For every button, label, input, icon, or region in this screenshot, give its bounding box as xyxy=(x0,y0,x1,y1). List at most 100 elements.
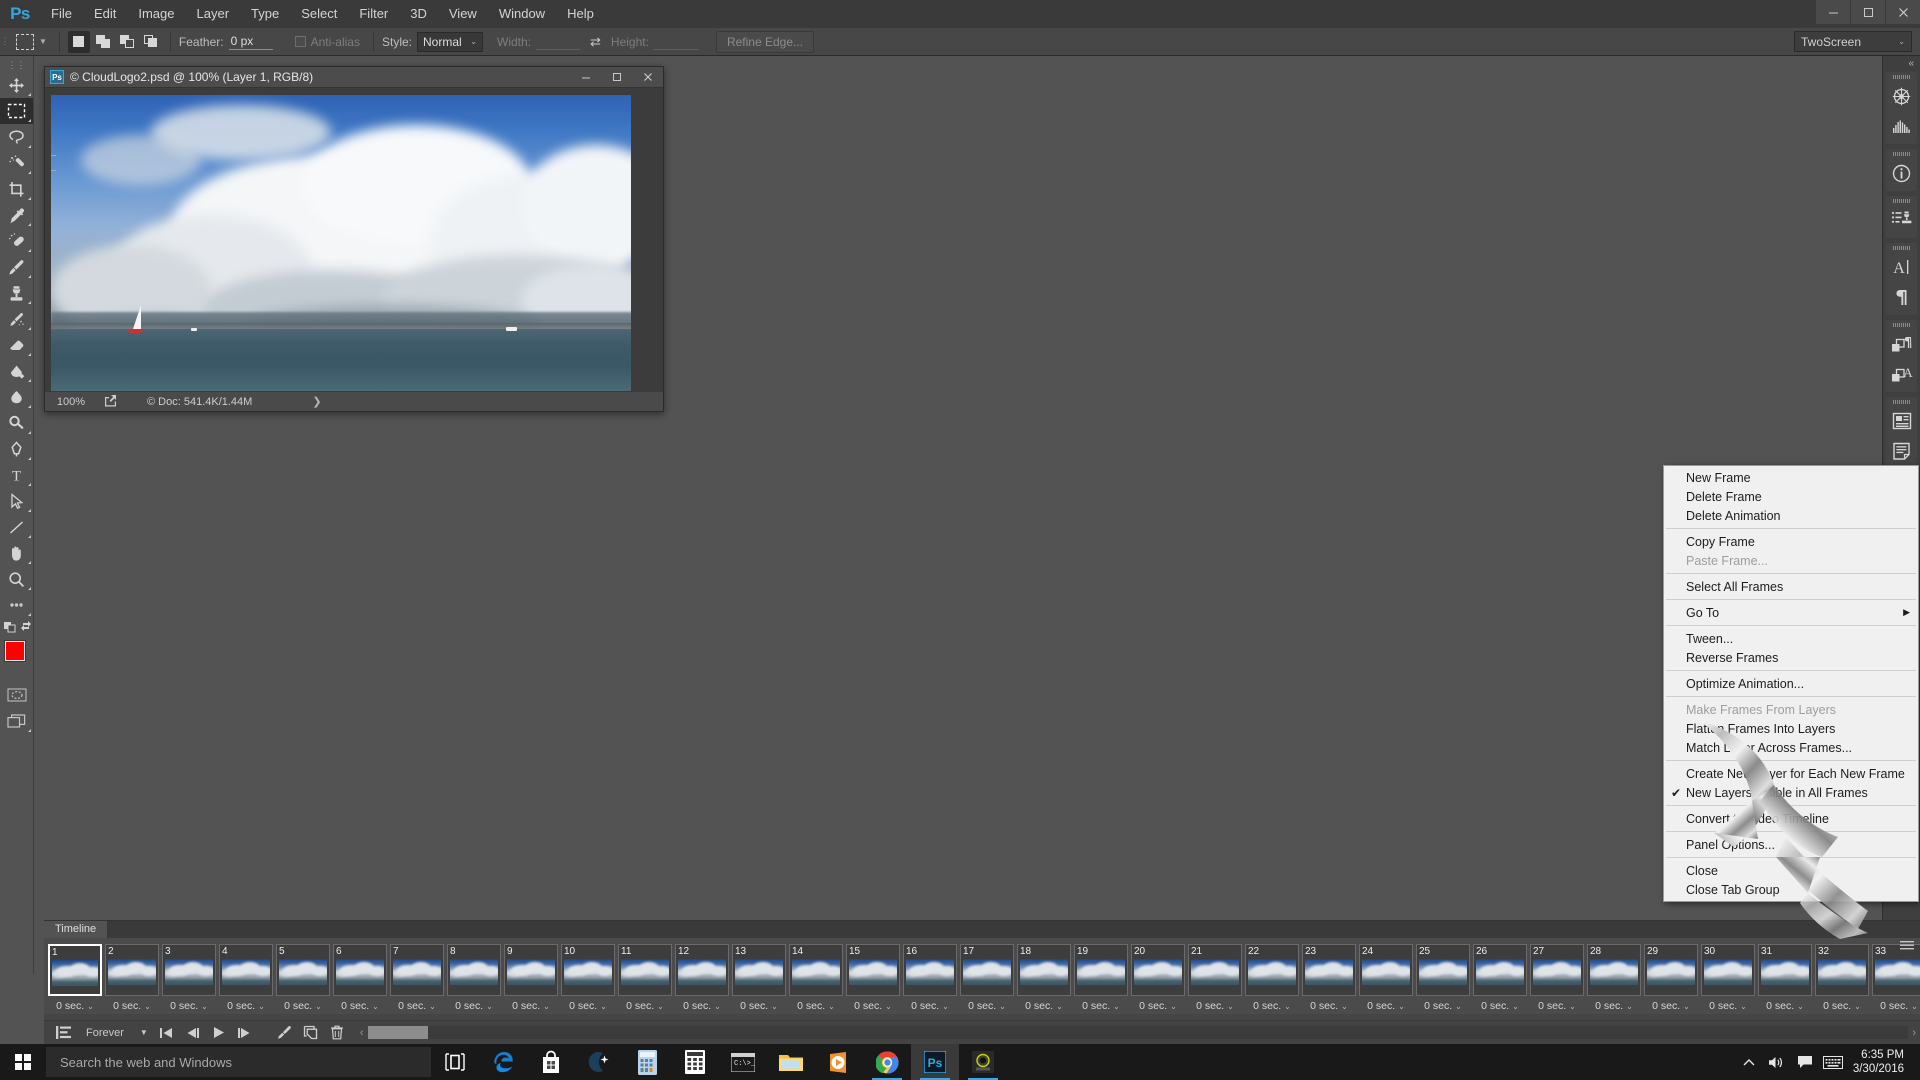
frame-duration[interactable]: 0 sec.⌄ xyxy=(48,996,102,1012)
collapse-panels-icon[interactable]: « xyxy=(1883,56,1920,72)
foreground-color-swatch[interactable] xyxy=(5,641,25,661)
frame-duration[interactable]: 0 sec.⌄ xyxy=(1017,996,1071,1012)
timeline-panel-context-menu[interactable]: New FrameDelete FrameDelete AnimationCop… xyxy=(1663,465,1919,902)
timeline-frame[interactable]: 310 sec.⌄ xyxy=(1758,944,1812,1012)
menu-select[interactable]: Select xyxy=(290,0,348,28)
delete-frame-button[interactable] xyxy=(324,1021,350,1045)
select-first-frame-button[interactable] xyxy=(154,1021,180,1045)
frame-thumbnail[interactable]: 22 xyxy=(1245,944,1299,996)
frame-duration[interactable]: 0 sec.⌄ xyxy=(846,996,900,1012)
frame-duration[interactable]: 0 sec.⌄ xyxy=(1416,996,1470,1012)
horizontal-type-tool[interactable]: T xyxy=(0,462,33,488)
line-tool[interactable] xyxy=(0,514,33,540)
timeline-frames-area[interactable]: 10 sec.⌄20 sec.⌄30 sec.⌄40 sec.⌄50 sec.⌄… xyxy=(44,938,1920,1014)
context-menu-item-delete-animation[interactable]: Delete Animation xyxy=(1664,506,1918,525)
timeline-frame[interactable]: 190 sec.⌄ xyxy=(1074,944,1128,1012)
timeline-frame[interactable]: 170 sec.⌄ xyxy=(960,944,1014,1012)
frame-thumbnail[interactable]: 13 xyxy=(732,944,786,996)
timeline-frame[interactable]: 220 sec.⌄ xyxy=(1245,944,1299,1012)
frame-duration[interactable]: 0 sec.⌄ xyxy=(276,996,330,1012)
clone-source-icon[interactable] xyxy=(1886,205,1917,235)
frame-thumbnail[interactable]: 20 xyxy=(1131,944,1185,996)
maximize-button[interactable] xyxy=(1851,0,1885,24)
timeline-frame[interactable]: 160 sec.⌄ xyxy=(903,944,957,1012)
feather-input[interactable] xyxy=(229,33,273,50)
width-input[interactable] xyxy=(536,33,580,50)
menu-edit[interactable]: Edit xyxy=(83,0,127,28)
frame-duration[interactable]: 0 sec.⌄ xyxy=(960,996,1014,1012)
timeline-frame[interactable]: 320 sec.⌄ xyxy=(1815,944,1869,1012)
frame-duration[interactable]: 0 sec.⌄ xyxy=(1758,996,1812,1012)
frame-thumbnail[interactable]: 17 xyxy=(960,944,1014,996)
timeline-frame[interactable]: 80 sec.⌄ xyxy=(447,944,501,1012)
frame-thumbnail[interactable]: 7 xyxy=(390,944,444,996)
timeline-panel-menu-icon[interactable] xyxy=(1900,940,1914,953)
navigator-icon[interactable] xyxy=(1886,81,1917,111)
tween-frames-button[interactable] xyxy=(272,1021,298,1045)
menu-layer[interactable]: Layer xyxy=(186,0,241,28)
tab-timeline[interactable]: Timeline xyxy=(44,921,107,938)
timeline-frame[interactable]: 240 sec.⌄ xyxy=(1359,944,1413,1012)
scroll-left-icon[interactable]: ‹ xyxy=(356,1027,368,1039)
frame-duration[interactable]: 0 sec.⌄ xyxy=(675,996,729,1012)
keyboard-icon[interactable] xyxy=(1819,1044,1847,1080)
frame-duration[interactable]: 0 sec.⌄ xyxy=(561,996,615,1012)
show-hidden-icons-chevron[interactable] xyxy=(1735,1044,1763,1080)
blur-tool[interactable] xyxy=(0,384,33,410)
quick-selection-tool[interactable] xyxy=(0,150,33,176)
frame-duration[interactable]: 0 sec.⌄ xyxy=(732,996,786,1012)
new-selection-button[interactable] xyxy=(68,31,90,53)
frame-thumbnail[interactable]: 24 xyxy=(1359,944,1413,996)
lasso-tool[interactable] xyxy=(0,124,33,150)
frame-duration[interactable]: 0 sec.⌄ xyxy=(618,996,672,1012)
dodge-tool[interactable] xyxy=(0,410,33,436)
quick-mask-mode-button[interactable] xyxy=(0,682,33,708)
frame-thumbnail[interactable]: 28 xyxy=(1587,944,1641,996)
character-icon[interactable]: A xyxy=(1886,252,1917,282)
document-close-button[interactable] xyxy=(632,67,663,88)
frame-thumbnail[interactable]: 5 xyxy=(276,944,330,996)
frame-duration[interactable]: 0 sec.⌄ xyxy=(1245,996,1299,1012)
active-tool-preset-picker[interactable]: ▼ xyxy=(10,34,51,50)
select-previous-frame-button[interactable] xyxy=(180,1021,206,1045)
start-button[interactable] xyxy=(0,1044,46,1080)
file-explorer-icon[interactable] xyxy=(767,1044,815,1080)
photoshop-icon[interactable]: Ps xyxy=(911,1044,959,1080)
timeline-frame[interactable]: 260 sec.⌄ xyxy=(1473,944,1527,1012)
menu-help[interactable]: Help xyxy=(556,0,605,28)
timeline-frame[interactable]: 140 sec.⌄ xyxy=(789,944,843,1012)
frame-thumbnail[interactable]: 15 xyxy=(846,944,900,996)
context-menu-item-copy-frame[interactable]: Copy Frame xyxy=(1664,532,1918,551)
menu-window[interactable]: Window xyxy=(488,0,556,28)
context-menu-item-optimize-animation[interactable]: Optimize Animation... xyxy=(1664,674,1918,693)
frame-thumbnail[interactable]: 14 xyxy=(789,944,843,996)
frame-thumbnail[interactable]: 4 xyxy=(219,944,273,996)
context-menu-item-panel-options[interactable]: Panel Options... xyxy=(1664,835,1918,854)
menu-view[interactable]: View xyxy=(438,0,488,28)
context-menu-item-new-layers-visible-in-all-frames[interactable]: ✔New Layers Visible in All Frames xyxy=(1664,783,1918,802)
path-selection-tool[interactable] xyxy=(0,488,33,514)
frame-thumbnail[interactable]: 32 xyxy=(1815,944,1869,996)
timeline-frame[interactable]: 250 sec.⌄ xyxy=(1416,944,1470,1012)
chrome-icon[interactable] xyxy=(863,1044,911,1080)
duplicate-frame-button[interactable] xyxy=(298,1021,324,1045)
moon-plus-icon[interactable] xyxy=(575,1044,623,1080)
panel-grip[interactable] xyxy=(1886,243,1917,252)
subtract-from-selection-button[interactable] xyxy=(116,31,138,53)
workspace-switcher[interactable]: TwoScreen ⌄ xyxy=(1794,31,1912,52)
frame-thumbnail[interactable]: 29 xyxy=(1644,944,1698,996)
rectangular-marquee-tool[interactable] xyxy=(0,98,33,124)
frame-duration[interactable]: 0 sec.⌄ xyxy=(1302,996,1356,1012)
frame-duration[interactable]: 0 sec.⌄ xyxy=(789,996,843,1012)
add-to-selection-button[interactable] xyxy=(92,31,114,53)
frame-thumbnail[interactable]: 31 xyxy=(1758,944,1812,996)
status-expand-arrow[interactable]: ❯ xyxy=(312,395,321,408)
frame-thumbnail[interactable]: 18 xyxy=(1017,944,1071,996)
hand-tool[interactable] xyxy=(0,540,33,566)
menu-file[interactable]: File xyxy=(40,0,83,28)
histogram-icon[interactable] xyxy=(1886,111,1917,141)
style-select[interactable]: Normal ⌄ xyxy=(417,32,483,52)
timeline-frame[interactable]: 180 sec.⌄ xyxy=(1017,944,1071,1012)
context-menu-item-close[interactable]: Close xyxy=(1664,861,1918,880)
intersect-selection-button[interactable] xyxy=(140,31,162,53)
